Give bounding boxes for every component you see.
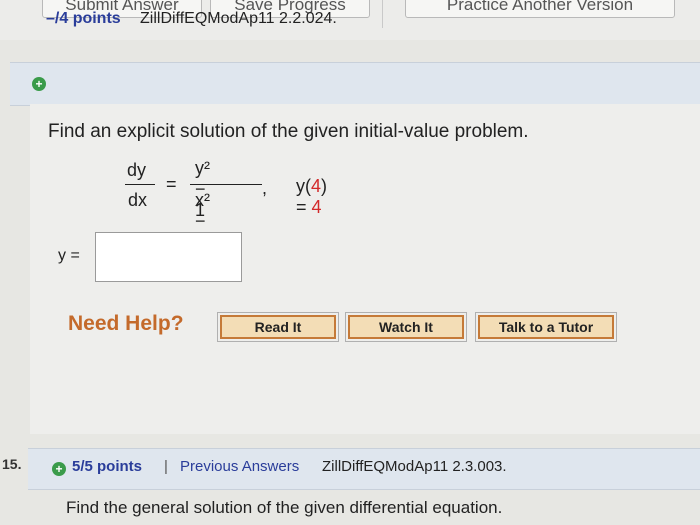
header-separator: | bbox=[164, 458, 168, 475]
question-14-id: ZillDiffEQModAp11 2.2.024. bbox=[140, 10, 337, 27]
condition-value: 4 bbox=[311, 197, 322, 217]
question-15-id: ZillDiffEQModAp11 2.3.003. bbox=[322, 458, 507, 475]
question-15-prompt: Find the general solution of the given d… bbox=[66, 498, 503, 517]
initial-condition: y(4) = 4 bbox=[296, 176, 327, 218]
expand-plus-icon[interactable]: + bbox=[32, 77, 46, 91]
previous-answers-link[interactable]: Previous Answers bbox=[180, 458, 299, 475]
answer-input[interactable] bbox=[95, 232, 242, 282]
expand-plus-icon[interactable]: + bbox=[52, 462, 66, 476]
watch-it-button[interactable]: Watch It bbox=[345, 312, 467, 342]
question-14-points: –/4 points bbox=[46, 10, 121, 27]
practice-another-version-button[interactable]: Practice Another Version bbox=[405, 0, 675, 18]
lhs-fraction-line bbox=[125, 184, 155, 185]
question-14-header: + bbox=[10, 62, 700, 106]
talk-to-tutor-button[interactable]: Talk to a Tutor bbox=[475, 312, 617, 342]
equation-comma: , bbox=[262, 178, 268, 198]
equals-sign: = bbox=[166, 174, 177, 194]
need-help-title: Need Help? bbox=[68, 312, 184, 335]
condition-prefix: y( bbox=[296, 176, 311, 196]
read-it-button[interactable]: Read It bbox=[217, 312, 339, 342]
condition-argument: 4 bbox=[311, 176, 322, 196]
question-15-points: 5/5 points bbox=[72, 458, 143, 475]
toolbar-divider bbox=[382, 0, 383, 28]
rhs-fraction-line bbox=[190, 184, 262, 185]
question-15-number: 15. bbox=[2, 456, 22, 472]
question-14-prompt: Find an explicit solution of the given i… bbox=[48, 121, 529, 142]
answer-label: y = bbox=[58, 247, 80, 264]
lhs-numerator: dy bbox=[127, 160, 147, 180]
lhs-denominator: dx bbox=[128, 190, 148, 210]
